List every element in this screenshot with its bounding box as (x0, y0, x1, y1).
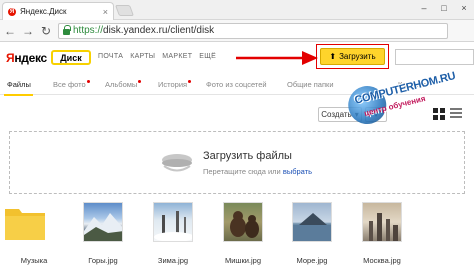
file-name: Зима.jpg (157, 256, 189, 265)
file-name: Музыка (20, 256, 48, 265)
services-menu: ПОЧТА КАРТЫ МАРКЕТ ЕЩЁ (98, 53, 216, 60)
service-link-market[interactable]: МАРКЕТ (162, 53, 192, 60)
drop-zone-hint: Перетащите сюда или выбрать (203, 167, 313, 176)
new-indicator-dot (86, 80, 90, 83)
file-name: Москва.jpg (363, 256, 401, 265)
bears-thumbnail (223, 202, 263, 242)
service-link-more[interactable]: ЕЩЁ (199, 53, 216, 60)
new-indicator-dot (138, 80, 142, 83)
new-tab-button[interactable] (114, 5, 135, 16)
winter-thumbnail (153, 202, 193, 242)
maximize-button[interactable]: □ (434, 0, 454, 16)
tab-social-photos[interactable]: Фото из соцсетей (206, 80, 267, 89)
forward-arrow-icon[interactable]: → (20, 23, 36, 39)
tab-title: Яндекс.Диск (20, 7, 67, 16)
yandex-favicon-icon: Я (8, 7, 16, 16)
choose-files-link[interactable]: выбрать (283, 167, 312, 176)
folder-icon (5, 209, 45, 240)
file-item-image[interactable]: Зима.jpg (143, 202, 203, 265)
service-link-mail[interactable]: ПОЧТА (98, 53, 123, 60)
tab-history[interactable]: История (158, 80, 192, 89)
url-path: disk.yandex.ru/client/disk (103, 25, 215, 36)
sea-thumbnail (292, 202, 332, 242)
minimize-button[interactable]: – (414, 0, 434, 16)
file-item-folder[interactable]: Музыка (4, 202, 64, 265)
disk-service-badge[interactable]: Диск (51, 50, 91, 65)
tab-albums[interactable]: Альбомы (105, 80, 142, 89)
tab-shared-folders[interactable]: Общие папки (287, 80, 334, 89)
cloud-icon (162, 154, 192, 172)
upload-arrow-icon: ⬆ (329, 52, 337, 61)
file-item-image[interactable]: Горы.jpg (73, 202, 133, 265)
new-indicator-dot (188, 80, 192, 83)
close-window-button[interactable]: × (454, 0, 474, 16)
browser-tab-bar: Я Яндекс.Диск × – □ × (0, 0, 474, 20)
file-name: Мишки.jpg (224, 256, 262, 265)
red-arrow-icon (236, 51, 318, 65)
yandex-logo[interactable]: Яндекс (6, 51, 47, 65)
upload-button-label: Загрузить (339, 52, 376, 61)
tab-all-photos[interactable]: Все фото (53, 80, 90, 89)
file-name: Горы.jpg (88, 256, 118, 265)
url-scheme: https:// (73, 25, 104, 36)
browser-tab[interactable]: Я Яндекс.Диск × (2, 2, 114, 20)
window-controls: – □ × (414, 0, 474, 16)
file-item-image[interactable]: Москва.jpg (352, 202, 412, 265)
close-tab-icon[interactable]: × (103, 7, 108, 17)
drop-zone-title: Загрузить файлы (203, 150, 292, 162)
file-name: Море.jpg (296, 256, 328, 265)
lock-icon (63, 24, 71, 35)
address-bar-row: ← → ↻ https:// disk.yandex.ru/client/dis… (0, 20, 474, 42)
tab-files[interactable]: Файлы (7, 80, 31, 89)
back-arrow-icon[interactable]: ← (2, 23, 18, 39)
file-item-image[interactable]: Море.jpg (282, 202, 342, 265)
active-tab-underline (4, 94, 33, 96)
file-item-image[interactable]: Мишки.jpg (213, 202, 273, 265)
upload-button[interactable]: ⬆ Загрузить (320, 48, 385, 65)
mountains-thumbnail (83, 202, 123, 242)
url-input[interactable]: https:// disk.yandex.ru/client/disk (58, 22, 448, 39)
reload-icon[interactable]: ↻ (38, 23, 54, 39)
moscow-thumbnail (362, 202, 402, 242)
service-link-maps[interactable]: КАРТЫ (130, 53, 155, 60)
upload-drop-zone[interactable] (9, 131, 465, 194)
